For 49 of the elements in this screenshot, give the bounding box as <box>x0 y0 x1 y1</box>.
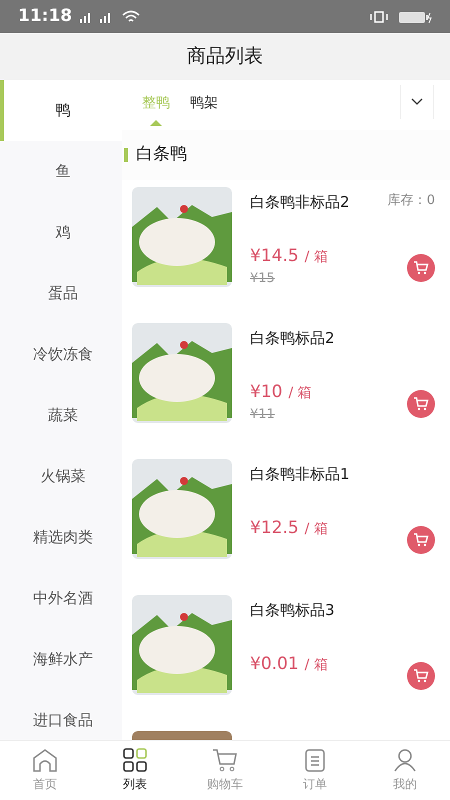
add-to-cart-button[interactable] <box>407 390 435 418</box>
category-item[interactable]: 鱼 <box>0 141 122 202</box>
document-icon <box>304 748 326 772</box>
product-price: ¥12.5 <box>250 516 299 540</box>
category-item[interactable]: 火锅菜 <box>0 446 122 507</box>
vibrate-icon <box>368 10 390 24</box>
product-price: ¥10 <box>250 380 282 404</box>
product-price: ¥0.01 <box>250 652 299 676</box>
home-icon <box>32 748 58 772</box>
add-to-cart-button[interactable] <box>407 662 435 690</box>
product-price: ¥14.5 <box>250 244 299 268</box>
add-to-cart-button[interactable] <box>407 526 435 554</box>
category-item[interactable]: 冷饮冻食 <box>0 324 122 385</box>
category-item[interactable]: 蛋品 <box>0 263 122 324</box>
original-price: ¥15 <box>250 270 275 288</box>
add-to-cart-button[interactable] <box>407 254 435 282</box>
person-icon <box>393 748 417 772</box>
cart-icon <box>413 397 429 411</box>
section-marker <box>124 148 128 162</box>
category-item[interactable]: 蔬菜 <box>0 385 122 446</box>
original-price: ¥11 <box>250 406 275 424</box>
page-title: 商品列表 <box>187 44 263 70</box>
cart-icon <box>413 261 429 275</box>
price-unit: / 箱 <box>304 520 328 538</box>
price-unit: / 箱 <box>304 656 328 674</box>
category-item[interactable]: 中外名酒 <box>0 568 122 629</box>
status-time: 11:18 <box>18 4 72 28</box>
subcategory-tab[interactable]: 鸭架 <box>188 93 220 128</box>
category-item[interactable]: 鸭 <box>0 80 122 141</box>
cart-icon <box>212 748 238 772</box>
grid-icon <box>123 748 147 772</box>
category-item[interactable]: 进口食品 <box>0 690 122 740</box>
wifi-icon <box>122 10 140 24</box>
category-item[interactable]: 精选肉类 <box>0 507 122 568</box>
section-title: 白条鸭 <box>136 143 187 166</box>
product-name: 白条鸭标品2 <box>250 328 335 349</box>
stock-label: 库存：0 <box>388 192 435 210</box>
product-name: 白条鸭非标品1 <box>250 464 350 485</box>
cart-icon <box>413 669 429 683</box>
price-unit: / 箱 <box>288 384 312 402</box>
chevron-down-icon <box>411 98 423 106</box>
product-name: 白条鸭标品3 <box>250 600 335 621</box>
nav-tab[interactable]: 列表 <box>90 741 180 800</box>
category-item[interactable]: 鸡 <box>0 202 122 263</box>
cart-icon <box>413 533 429 547</box>
price-unit: / 箱 <box>304 248 328 266</box>
category-item[interactable]: 海鲜水产 <box>0 629 122 690</box>
battery-icon <box>398 10 432 24</box>
product-name: 白条鸭非标品2 <box>250 192 350 213</box>
